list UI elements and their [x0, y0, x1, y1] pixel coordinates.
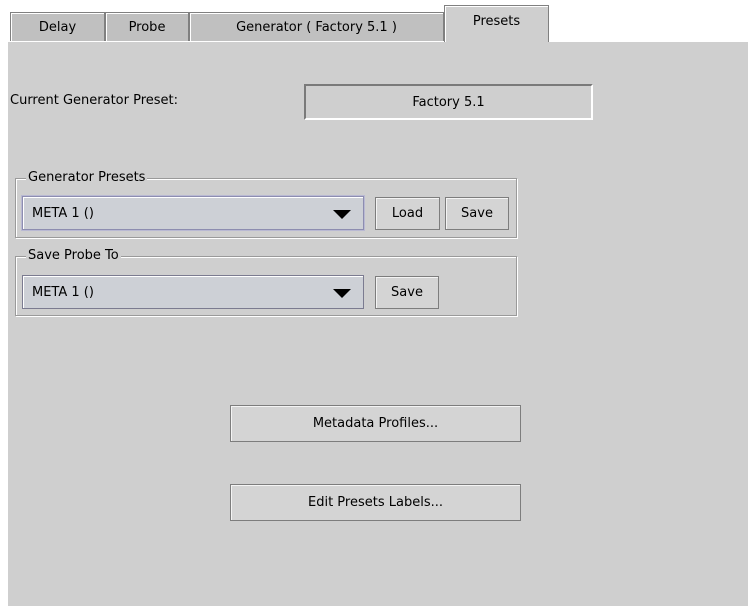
save-probe-button[interactable]: Save [375, 276, 439, 309]
chevron-down-icon [333, 210, 351, 219]
metadata-profiles-button[interactable]: Metadata Profiles... [230, 405, 521, 442]
tab-delay[interactable]: Delay [10, 12, 105, 41]
save-preset-button[interactable]: Save [445, 197, 509, 230]
generator-presets-legend: Generator Presets [26, 170, 148, 185]
save-preset-button-label: Save [461, 206, 493, 221]
chevron-down-icon [333, 289, 351, 298]
save-probe-selected: META 1 () [32, 284, 94, 300]
tab-probe[interactable]: Probe [105, 12, 189, 41]
edit-presets-labels-button[interactable]: Edit Presets Labels... [230, 484, 521, 521]
save-probe-button-label: Save [391, 285, 423, 300]
tab-bar: Delay Probe Generator ( Factory 5.1 ) Pr… [0, 0, 749, 42]
edit-presets-labels-label: Edit Presets Labels... [308, 495, 443, 510]
current-preset-value: Factory 5.1 [412, 94, 485, 110]
tab-presets[interactable]: Presets [444, 5, 549, 42]
current-preset-label: Current Generator Preset: [10, 93, 179, 108]
load-button[interactable]: Load [375, 197, 440, 230]
current-preset-readout: Factory 5.1 [304, 84, 593, 120]
tab-label: Delay [38, 19, 77, 35]
generator-presets-selected: META 1 () [32, 205, 94, 221]
tab-label: Presets [472, 13, 521, 29]
tab-label: Probe [128, 19, 166, 35]
load-button-label: Load [391, 206, 424, 221]
tab-generator[interactable]: Generator ( Factory 5.1 ) [189, 12, 444, 41]
tab-label: Generator ( Factory 5.1 ) [236, 19, 397, 35]
save-probe-legend: Save Probe To [26, 248, 121, 263]
save-probe-select[interactable]: META 1 () [22, 275, 364, 309]
generator-presets-select[interactable]: META 1 () [22, 196, 364, 230]
metadata-profiles-label: Metadata Profiles... [312, 416, 439, 431]
presets-panel [7, 41, 748, 606]
